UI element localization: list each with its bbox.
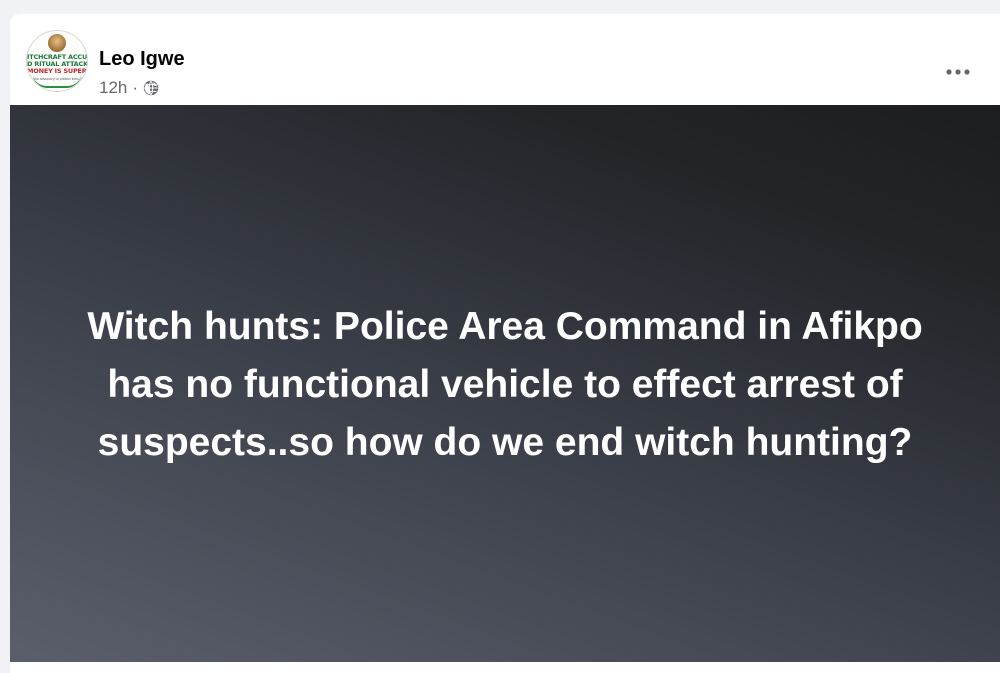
author-name[interactable]: Leo Igwe [99,48,185,71]
post-card: ITCHCRAFT ACCUS D RITUAL ATTACK MONEY IS… [10,14,1000,673]
meta-separator: · [132,78,139,97]
post-timestamp[interactable]: 12h [99,78,127,98]
avatar-photo [48,34,66,52]
avatar-ring [33,74,81,88]
post-text-background[interactable]: Witch hunts: Police Area Command in Afik… [10,105,1000,662]
post-header: ITCHCRAFT ACCUS D RITUAL ATTACK MONEY IS… [10,14,1000,105]
more-options-button[interactable] [938,58,978,86]
post-body-text: Witch hunts: Police Area Command in Afik… [87,304,923,464]
more-horizontal-icon [946,69,970,75]
post-meta: 12h · [99,78,159,98]
avatar[interactable]: ITCHCRAFT ACCUS D RITUAL ATTACK MONEY IS… [26,30,88,92]
globe-icon[interactable] [143,80,159,96]
